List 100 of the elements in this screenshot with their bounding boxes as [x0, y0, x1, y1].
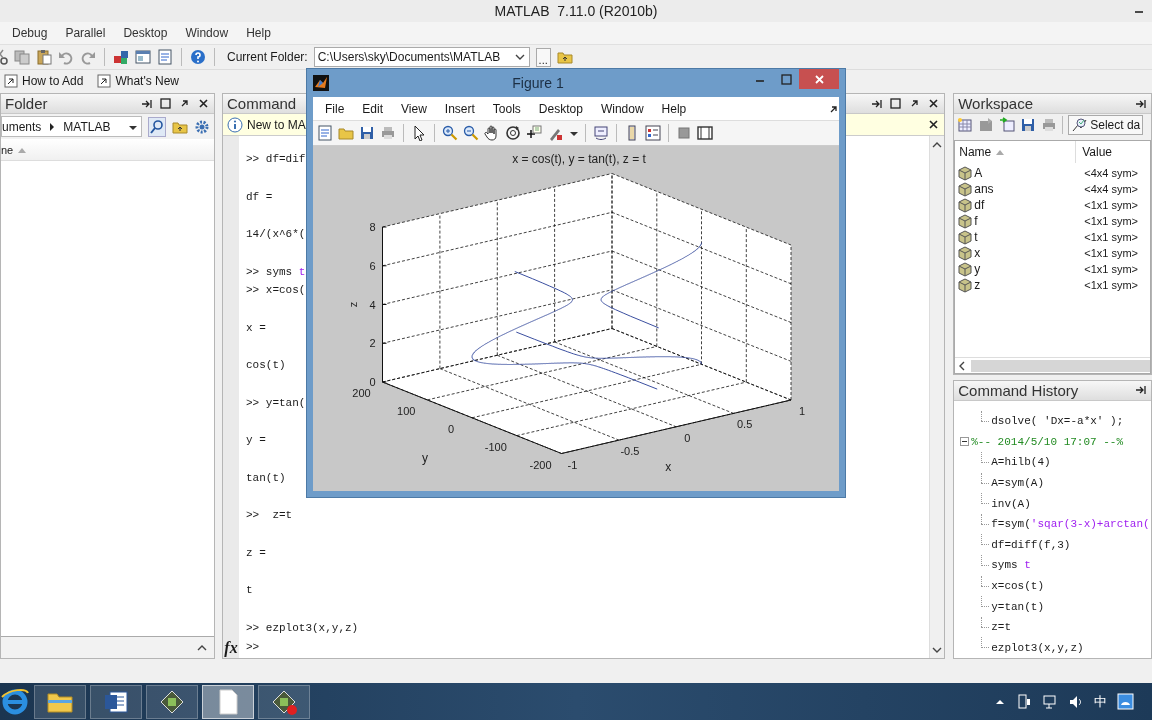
tray-app-icon[interactable]: [1117, 693, 1134, 710]
scroll-up-icon[interactable]: [931, 140, 944, 150]
variable-icon: [958, 165, 973, 181]
command-line: >> x=cos(: [246, 283, 306, 299]
variable-name[interactable]: df: [974, 198, 985, 212]
history-entry[interactable]: inv(A): [991, 497, 1031, 510]
history-entry[interactable]: df=diff(f,3): [991, 538, 1071, 551]
variable-name[interactable]: f: [974, 214, 978, 228]
plot-selector-icon[interactable]: [1071, 117, 1088, 133]
horizontal-scrollbar[interactable]: [955, 357, 1150, 373]
pan-hand-icon[interactable]: [484, 125, 500, 141]
scrollbar[interactable]: [929, 136, 945, 658]
function-browser-button[interactable]: fx: [224, 640, 238, 656]
menu-item[interactable]: Parallel: [56, 26, 115, 40]
show-tools-icon[interactable]: [697, 125, 713, 141]
undock-icon[interactable]: [1134, 384, 1147, 397]
session-header[interactable]: %-- 2014/5/10 17:07 --%: [971, 435, 1124, 448]
menu-item[interactable]: Desktop: [114, 26, 177, 40]
command-line: >> y=tan(: [246, 395, 306, 411]
menu-item[interactable]: Window: [591, 101, 653, 116]
column-header[interactable]: ne: [1, 143, 14, 156]
window-icon[interactable]: [135, 49, 151, 65]
info-icon[interactable]: [227, 116, 243, 133]
history-entry[interactable]: z=t: [991, 621, 1012, 634]
taskbar-button[interactable]: [146, 684, 198, 719]
variable-name[interactable]: ans: [974, 182, 994, 196]
path-field[interactable]: uments MATLAB: [1, 116, 142, 137]
variable-name[interactable]: y: [974, 262, 981, 276]
taskbar-button[interactable]: [258, 684, 310, 719]
folder-path-field[interactable]: C:\Users\sky\Documents\MATLAB: [313, 47, 530, 67]
taskbar-button[interactable]: [202, 684, 254, 719]
settings-icon[interactable]: [194, 118, 210, 135]
column-header[interactable]: Value: [1082, 145, 1113, 159]
menu-item[interactable]: Debug: [3, 26, 57, 40]
command-line: df =: [246, 189, 273, 205]
import-icon[interactable]: [999, 117, 1016, 133]
phone-icon[interactable]: [1016, 693, 1032, 710]
variable-name[interactable]: A: [974, 166, 983, 180]
variable-name[interactable]: t: [974, 230, 978, 244]
close-icon[interactable]: [197, 97, 210, 110]
menu-item[interactable]: Tools: [483, 101, 530, 116]
history-entry[interactable]: dsolve( 'Dx=-a*x' );: [991, 415, 1124, 428]
history-entry[interactable]: A=hilb(4): [991, 456, 1051, 469]
menu-item[interactable]: Help: [652, 101, 696, 116]
shortcut-icon[interactable]: [4, 74, 18, 88]
notice-text: New to MA: [247, 117, 307, 132]
menu-item[interactable]: Desktop: [529, 101, 592, 116]
hide-tools-icon[interactable]: [676, 125, 692, 141]
shortcut-link[interactable]: How to Add: [22, 74, 84, 88]
legend-icon[interactable]: [645, 125, 661, 141]
shortcut-link[interactable]: What's New: [115, 74, 179, 88]
close-button[interactable]: [799, 69, 839, 89]
zoom-in-icon[interactable]: [442, 125, 458, 141]
shortcut-icon[interactable]: [97, 74, 112, 88]
blocks-icon[interactable]: [113, 49, 129, 65]
save-icon[interactable]: [1020, 117, 1037, 133]
link-icon[interactable]: [593, 125, 609, 141]
variable-name[interactable]: z: [974, 278, 981, 292]
menu-item[interactable]: Help: [237, 26, 280, 40]
undock-icon[interactable]: [870, 97, 884, 110]
variable-name[interactable]: x: [974, 246, 981, 260]
close-icon[interactable]: [927, 118, 941, 131]
history-entry[interactable]: x=cos(t): [991, 579, 1045, 592]
data-cursor-icon[interactable]: [526, 125, 542, 141]
help-icon[interactable]: [190, 49, 206, 65]
undock-icon[interactable]: [1134, 97, 1147, 110]
browse-button[interactable]: ...: [535, 47, 551, 67]
pane-title: Folder: [5, 95, 48, 112]
maximize-icon[interactable]: [159, 97, 172, 110]
new-variable-icon[interactable]: [957, 117, 974, 133]
history-entry[interactable]: syms t: [991, 559, 1031, 572]
history-entry[interactable]: f=sym('sqar(3-x)+arctan(: [991, 518, 1150, 531]
input-method[interactable]: 中: [1094, 692, 1107, 711]
pointer-icon[interactable]: [411, 125, 427, 141]
folder-up-icon[interactable]: [556, 49, 573, 65]
column-header[interactable]: Name: [959, 145, 992, 159]
command-prompt[interactable]: >>: [246, 637, 260, 657]
menu-item[interactable]: Edit: [353, 101, 393, 116]
history-entry[interactable]: y=tan(t): [991, 600, 1045, 613]
taskbar-button[interactable]: [34, 684, 86, 719]
close-icon[interactable]: [927, 97, 941, 110]
maximize-icon[interactable]: [889, 97, 903, 110]
save-icon[interactable]: [359, 125, 375, 141]
rotate-icon[interactable]: [505, 125, 521, 141]
history-entry[interactable]: A=sym(A): [991, 476, 1045, 489]
undock-icon[interactable]: [140, 97, 153, 110]
network-icon[interactable]: [1042, 693, 1058, 710]
collapse-toggle[interactable]: [960, 437, 970, 447]
taskbar-button[interactable]: [90, 684, 142, 719]
zoom-out-icon[interactable]: [463, 125, 479, 141]
paste-icon[interactable]: [36, 49, 52, 65]
menu-item[interactable]: View: [392, 101, 436, 116]
menu-item[interactable]: File: [316, 101, 354, 116]
print-icon[interactable]: [380, 125, 396, 141]
document-icon[interactable]: [157, 49, 173, 65]
menu-item[interactable]: Insert: [435, 101, 484, 116]
maximize-icon[interactable]: [779, 72, 793, 86]
menu-item[interactable]: Window: [176, 26, 238, 40]
history-entry[interactable]: ezplot3(x,y,z): [991, 641, 1084, 654]
select-data-button[interactable]: Select da: [1068, 115, 1144, 135]
